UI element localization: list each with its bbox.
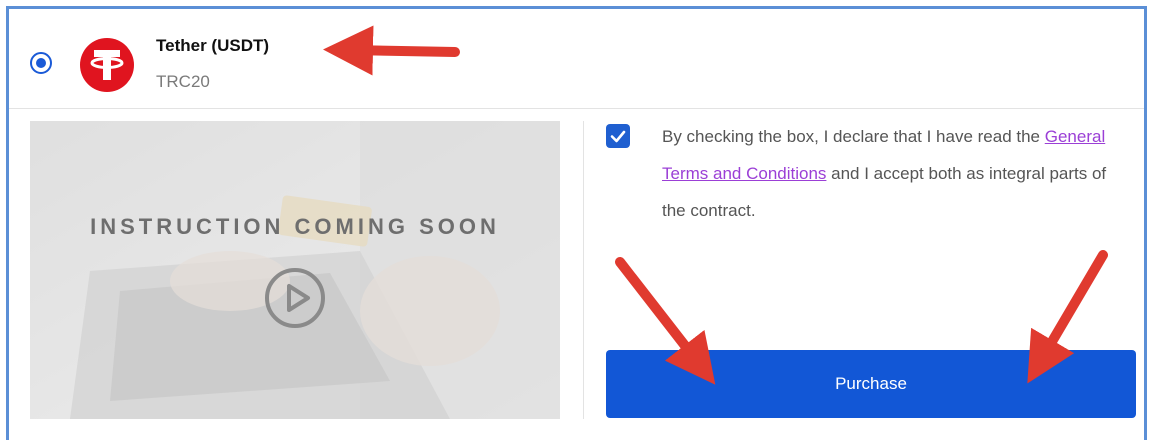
coin-name: Tether (USDT) <box>156 36 270 55</box>
play-icon[interactable] <box>263 266 327 330</box>
terms-text: By checking the box, I declare that I ha… <box>662 118 1122 229</box>
divider <box>583 121 584 419</box>
coin-network: TRC20 <box>156 72 210 91</box>
purchase-button[interactable]: Purchase <box>606 350 1136 418</box>
tether-logo-icon <box>80 38 134 92</box>
check-icon <box>610 130 626 143</box>
terms-text-before: By checking the box, I declare that I ha… <box>662 127 1041 146</box>
terms-checkbox[interactable] <box>606 124 630 148</box>
payment-option-radio[interactable] <box>30 52 52 74</box>
instruction-video[interactable]: INSTRUCTION COMING SOON <box>30 121 560 419</box>
divider <box>9 108 1144 109</box>
video-caption: INSTRUCTION COMING SOON <box>90 214 500 239</box>
